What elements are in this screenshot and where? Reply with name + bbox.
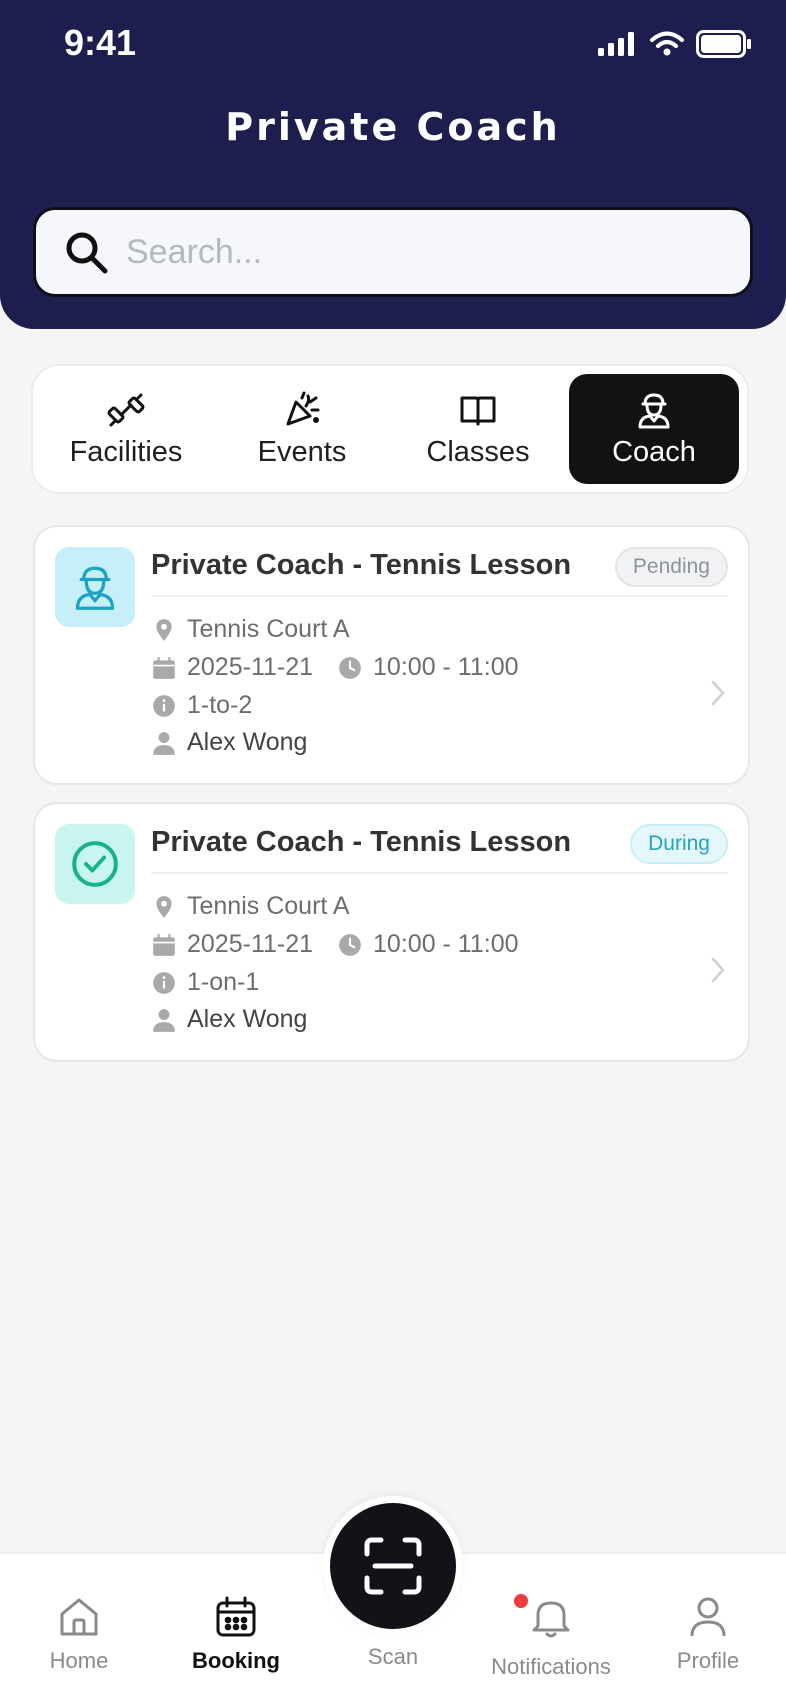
coach-row: Alex Wong	[151, 1005, 307, 1034]
clock-icon	[339, 933, 361, 956]
info-icon	[153, 971, 175, 994]
time-text: 10:00 - 11:00	[373, 930, 519, 958]
coach-name: Alex Wong	[187, 728, 308, 756]
tab-facilities[interactable]: Facilities	[41, 374, 211, 484]
tab-label: Coach	[612, 435, 696, 468]
scan-icon	[364, 1537, 422, 1595]
booking-title: Private Coach - Tennis Lesson	[151, 826, 572, 858]
chevron-right-icon	[711, 957, 725, 983]
card-divider	[151, 872, 728, 874]
status-badge: Pending	[614, 547, 728, 587]
nav-profile[interactable]: Profile	[633, 1594, 783, 1674]
clock-icon	[339, 656, 361, 679]
location-pin-icon	[156, 895, 172, 918]
person-icon	[153, 731, 175, 755]
location-row: Tennis Court A	[151, 892, 350, 921]
coach-icon	[75, 566, 115, 610]
location-text: Tennis Court A	[187, 615, 350, 643]
home-icon	[60, 1598, 98, 1636]
datetime-row: 2025-11-21 10:00 - 11:00	[151, 930, 519, 959]
battery-icon	[696, 30, 751, 58]
signal-icon	[598, 32, 634, 56]
nav-label: Notifications	[491, 1654, 611, 1679]
location-text: Tennis Court A	[187, 892, 350, 920]
search-icon	[66, 232, 108, 274]
scan-button[interactable]	[323, 1496, 463, 1636]
coach-icon	[638, 393, 670, 428]
chevron-right-icon	[711, 680, 725, 706]
tab-label: Classes	[426, 435, 530, 468]
party-popper-icon	[286, 391, 320, 425]
datetime-row: 2025-11-21 10:00 - 11:00	[151, 653, 519, 682]
booking-card[interactable]: Private Coach - Tennis Lesson Pending Te…	[33, 525, 750, 785]
info-icon	[153, 694, 175, 717]
status-badge: During	[630, 824, 728, 864]
status-time: 9:41	[64, 22, 137, 63]
tab-classes[interactable]: Classes	[393, 374, 563, 484]
user-icon	[690, 1597, 726, 1637]
type-row: 1-on-1	[151, 968, 259, 997]
page-title: Private Coach	[225, 105, 561, 149]
calendar-icon	[153, 656, 175, 679]
wifi-icon	[650, 31, 684, 56]
type-text: 1-to-2	[187, 691, 253, 719]
search-bar[interactable]	[33, 207, 753, 297]
bell-wrapper	[514, 1594, 574, 1646]
category-tabs: Facilities Events Classes Coach	[33, 366, 747, 492]
calendar-icon	[216, 1596, 256, 1637]
scan-button-inner	[330, 1503, 456, 1629]
date-text: 2025-11-21	[187, 930, 314, 958]
bell-icon	[532, 1601, 570, 1638]
nav-home[interactable]: Home	[4, 1594, 154, 1674]
location-pin-icon	[156, 618, 172, 641]
date-text: 2025-11-21	[187, 653, 314, 681]
book-icon	[460, 396, 496, 425]
status-icons	[598, 30, 752, 58]
nav-label: Home	[49, 1648, 109, 1673]
person-icon	[153, 1008, 175, 1032]
tab-label: Facilities	[69, 435, 183, 468]
type-row: 1-to-2	[151, 691, 252, 720]
nav-notifications[interactable]: Notifications	[476, 1594, 626, 1680]
card-divider	[151, 595, 728, 597]
tab-label: Events	[257, 435, 347, 468]
coach-row: Alex Wong	[151, 728, 307, 757]
tab-coach[interactable]: Coach	[569, 374, 739, 484]
coach-name: Alex Wong	[187, 1005, 308, 1033]
header: 9:41 Private Coach	[0, 0, 786, 329]
calendar-icon	[153, 933, 175, 956]
nav-booking[interactable]: Booking	[161, 1594, 311, 1674]
time-text: 10:00 - 11:00	[373, 653, 519, 681]
type-text: 1-on-1	[187, 968, 260, 996]
nav-label: Profile	[676, 1648, 740, 1673]
search-input[interactable]	[126, 232, 706, 272]
notification-dot	[514, 1594, 528, 1608]
card-icon-box	[55, 824, 135, 904]
check-circle-icon	[72, 841, 118, 887]
booking-card[interactable]: Private Coach - Tennis Lesson During Ten…	[33, 802, 750, 1062]
location-row: Tennis Court A	[151, 615, 350, 644]
tab-events[interactable]: Events	[217, 374, 387, 484]
card-icon-box	[55, 547, 135, 627]
scan-label: Scan	[367, 1644, 419, 1669]
booking-title: Private Coach - Tennis Lesson	[151, 549, 572, 581]
dumbbell-icon	[107, 393, 145, 426]
nav-label: Booking	[192, 1648, 280, 1673]
